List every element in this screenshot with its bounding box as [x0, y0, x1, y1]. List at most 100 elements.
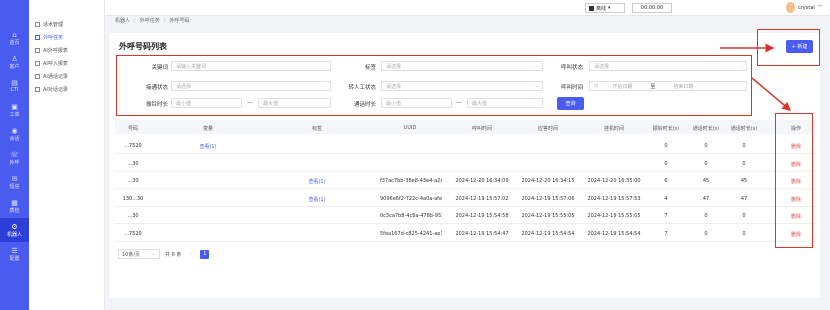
nav-icon: ☏	[10, 150, 19, 159]
nav-item-1[interactable]: ♙ 客户	[0, 50, 29, 74]
column-header: 通话时长(s)	[692, 126, 720, 132]
username: crystal	[798, 4, 815, 11]
nav-item-2[interactable]: ▤ CTI	[0, 74, 29, 98]
breadcrumb-item-robot[interactable]: 机器人	[115, 17, 130, 24]
nav-icon: ⚙	[11, 222, 18, 231]
primary-sidebar: ⌂ 首页 ♙ 客户 ▤ CTI ▣ 工单 ◉ 会话 ☏ 外呼 ✉ 短信 ▦ 质检 ⚙ 机器人 ☰ 配置	[0, 0, 29, 310]
tag-placeholder: 请选择	[386, 63, 402, 70]
top-bar	[105, 0, 830, 16]
table-cell: 45	[740, 178, 748, 184]
table-cell: ...7520	[124, 230, 142, 237]
total-count: 共 6 条	[165, 251, 182, 258]
delete-link[interactable]: 删除	[782, 213, 810, 220]
nav-icon: ⌂	[12, 30, 17, 39]
call-time-label: 呼叫时间	[560, 85, 583, 91]
tag-select[interactable]: 请选择 ⌄	[381, 61, 543, 71]
connect-status-select[interactable]: 请选择 ⌄	[171, 81, 331, 91]
keyword-label: 关键词	[151, 65, 168, 71]
table-cell: 2024-12-19 15:55:05	[521, 213, 575, 219]
nav-item-9[interactable]: ☰ 配置	[0, 242, 29, 266]
ring-duration-max-input[interactable]: 最大值	[258, 98, 331, 108]
nav-item-3[interactable]: ▣ 工单	[0, 98, 29, 122]
user-menu[interactable]: crystal ﹀	[786, 2, 823, 13]
chevron-down-icon: ⌄	[534, 63, 539, 69]
subnav-item-1[interactable]: 外呼任务	[29, 32, 105, 43]
subnav-item-3[interactable]: AI呼入报表	[29, 58, 105, 69]
nav-label: 客户	[9, 63, 20, 70]
subnav-item-5[interactable]: AI对话记录	[29, 84, 105, 95]
subnav-item-0[interactable]: 话术管理	[29, 19, 105, 30]
nav-icon: ▣	[11, 102, 18, 111]
talk-duration-min-input[interactable]: 最小值	[381, 98, 452, 108]
table-cell: 7	[664, 213, 668, 219]
column-header: UUID	[403, 125, 417, 131]
nav-icon: ▦	[11, 198, 18, 207]
subnav-item-2[interactable]: AI外呼报表	[29, 45, 105, 56]
delete-link[interactable]: 删除	[782, 161, 810, 168]
transfer-status-placeholder: 请选择	[386, 83, 402, 90]
call-status-select[interactable]: 请选择 ⌄	[589, 61, 747, 71]
document-icon	[35, 22, 40, 27]
table-cell: 47	[740, 195, 748, 202]
table-cell: 0	[664, 143, 668, 149]
column-header: 应答时间	[537, 126, 558, 132]
breadcrumb-separator: /	[134, 17, 136, 24]
page-size-label: 10条/页	[122, 251, 141, 258]
avatar	[786, 2, 795, 13]
table-cell: 0	[742, 230, 746, 237]
nav-label: CTI	[10, 87, 19, 93]
secondary-sidebar: 话术管理外呼任务 AI外呼报表 AI呼入报表 AI通话记录 AI对话记录	[29, 0, 105, 310]
nav-label: 短信	[9, 183, 20, 190]
breadcrumb-separator: /	[163, 17, 166, 24]
delete-link[interactable]: 删除	[782, 196, 810, 203]
query-button[interactable]: 查询	[557, 97, 584, 110]
column-header: 通话时长(s)	[730, 126, 758, 132]
delete-link[interactable]: 删除	[782, 231, 810, 238]
view-link[interactable]: 查看(1)	[294, 178, 340, 185]
table-cell: 6	[664, 178, 668, 184]
breadcrumb-item-current: 外呼号码	[169, 18, 190, 24]
nav-item-8[interactable]: ⚙ 机器人	[0, 218, 29, 242]
nav-label: 机器人	[6, 231, 22, 238]
new-button[interactable]: + 新建	[786, 40, 813, 53]
agent-status-label: 离线	[596, 5, 607, 12]
table-cell: ...30	[127, 178, 139, 184]
chevron-down-icon: ⌄	[151, 251, 156, 257]
nav-item-7[interactable]: ▦ 质检	[0, 194, 29, 218]
call-time-range[interactable]: ◷ 开始日期 至 结束日期	[589, 81, 747, 91]
delete-link[interactable]: 删除	[782, 178, 810, 185]
view-link[interactable]: 查看(1)	[294, 196, 340, 203]
talk-duration-max-input[interactable]: 最大值	[467, 98, 543, 108]
prev-page-icon[interactable]: ‹	[186, 250, 195, 259]
ring-duration-min-input[interactable]: 最小值	[171, 98, 242, 108]
table-cell: 2024-12-20 16:35:00	[587, 178, 641, 184]
transfer-status-select[interactable]: 请选择 ⌄	[381, 81, 543, 91]
nav-item-6[interactable]: ✉ 短信	[0, 170, 29, 194]
table-cell: 2024-12-19 15:54:54	[521, 230, 575, 237]
table-cell: 130...30	[122, 195, 144, 202]
secondary-nav-list: 话术管理外呼任务 AI外呼报表 AI呼入报表 AI通话记录 AI对话记录	[29, 19, 105, 97]
nav-label: 会话	[9, 135, 20, 142]
breadcrumb-item-task[interactable]: 外呼任务	[140, 17, 160, 24]
next-page-icon[interactable]: ›	[214, 250, 223, 259]
document-icon	[35, 61, 40, 66]
nav-item-5[interactable]: ☏ 外呼	[0, 146, 29, 170]
view-link[interactable]: 查看(1)	[185, 143, 231, 150]
agent-status-select[interactable]: 离线 ▾	[585, 3, 625, 13]
table-cell: 0	[742, 143, 746, 149]
delete-link[interactable]: 删除	[782, 143, 810, 150]
subnav-item-4[interactable]: AI通话记录	[29, 71, 105, 82]
connect-status-placeholder: 请选择	[176, 83, 192, 90]
nav-label: 工单	[9, 111, 20, 118]
subnav-label: AI通话记录	[43, 74, 68, 80]
nav-item-0[interactable]: ⌂ 首页	[0, 26, 29, 50]
status-dot-icon	[589, 5, 594, 11]
nav-item-4[interactable]: ◉ 会话	[0, 122, 29, 146]
table-cell: 5fea167d-c825-4241-ae16...	[380, 230, 442, 237]
call-time-start: 开始日期	[612, 83, 633, 90]
column-header: 标签	[311, 126, 322, 132]
table-cell: 0	[704, 213, 708, 219]
page-size-select[interactable]: 10条/页 ⌄	[118, 249, 160, 259]
keyword-input[interactable]: 请输入关键词	[171, 61, 331, 71]
page-number-current[interactable]: 1	[200, 249, 210, 259]
